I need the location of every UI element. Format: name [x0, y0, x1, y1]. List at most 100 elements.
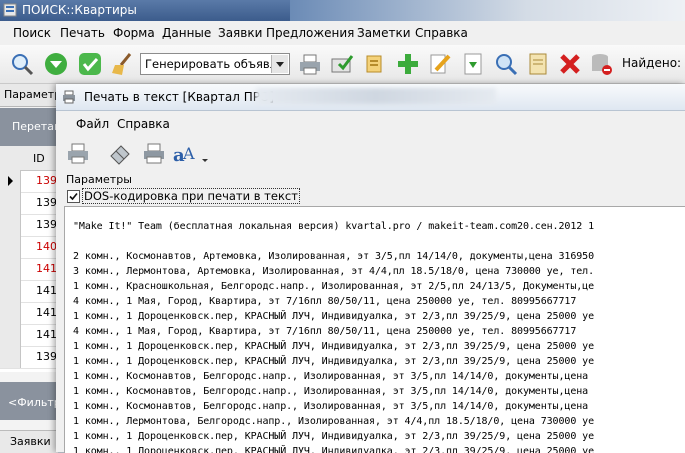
table-row[interactable]: 139 — [0, 170, 58, 193]
main-toolbar: Генерировать объявл. Найдено: — [0, 45, 685, 84]
checkmark-icon — [69, 192, 78, 201]
tab-requests[interactable]: Заявки — [0, 430, 58, 453]
chevron-down-icon[interactable] — [200, 141, 210, 165]
menu-help[interactable]: Справка — [117, 117, 170, 131]
table-row[interactable]: 139 — [0, 214, 58, 237]
database-delete-icon[interactable] — [589, 52, 613, 76]
download-icon[interactable] — [461, 52, 485, 76]
printer-icon[interactable] — [66, 141, 90, 165]
generate-ad-combo[interactable]: Генерировать объявл. — [140, 53, 290, 75]
column-header-id-label: ID — [33, 152, 45, 165]
text-line: 4 комн., 1 Мая, Город, Квартира, эт 7/16… — [73, 296, 577, 307]
row-id: 139 — [36, 174, 57, 187]
current-row-icon — [8, 176, 13, 186]
table-row[interactable]: 141 — [0, 302, 58, 325]
dialog-titlebar: Печать в текст [Квартал ПРО] — [56, 84, 685, 111]
table-row[interactable]: 141 — [0, 324, 58, 347]
tab-parameters[interactable]: Параметр — [0, 84, 62, 107]
menu-print[interactable]: Печать — [60, 26, 105, 40]
parameters-label: Параметры — [66, 173, 132, 186]
chevron-down-icon[interactable] — [271, 55, 288, 73]
main-window-titlebar: ПОИСК::Квартиры — [0, 0, 685, 21]
menu-notes[interactable]: Заметки — [357, 26, 411, 40]
column-header-id[interactable]: ID — [0, 146, 58, 171]
row-indicator[interactable] — [0, 258, 21, 280]
row-id: 141 — [36, 306, 57, 319]
table-row[interactable]: 141 — [0, 258, 58, 281]
filter-label: <Фильтр — [8, 396, 61, 409]
text-line: 1 комн., Красношкольная, Белгородс.напр.… — [73, 281, 595, 292]
text-line: 1 комн., Лермонтова, Белгородс.напр., Из… — [73, 416, 595, 427]
text-line: 1 комн., 1 Дороценковск.пер, КРАСНЫЙ ЛУЧ… — [73, 341, 595, 352]
text-line: 1 комн., 1 Дороценковск.пер, КРАСНЫЙ ЛУЧ… — [73, 431, 595, 442]
app-icon — [3, 3, 17, 17]
menu-file[interactable]: Файл — [76, 117, 109, 131]
text-line: "Make It!" Team (бесплатная локальная ве… — [73, 221, 595, 232]
row-indicator[interactable] — [0, 236, 21, 258]
menu-form[interactable]: Форма — [113, 26, 155, 40]
table-row[interactable]: 140 — [0, 236, 58, 259]
text-line: 1 комн., Космонавтов, Белгородс.напр., И… — [73, 386, 589, 397]
menu-help[interactable]: Справка — [415, 26, 468, 40]
row-id: 139 — [36, 350, 57, 363]
dialog-menu-bar: Файл Справка — [56, 114, 685, 134]
dialog-toolbar: a A — [64, 137, 224, 169]
text-line: 4 комн., 1 Мая, Город, Квартира, эт 7/16… — [73, 326, 577, 337]
row-indicator[interactable] — [0, 214, 21, 236]
filter-bar[interactable]: <Фильтр — [0, 382, 61, 420]
main-menu-bar: Поиск Печать Форма Данные Заявки Предлож… — [0, 21, 685, 46]
broom-icon[interactable] — [110, 52, 134, 76]
printer-icon[interactable] — [298, 52, 322, 76]
main-window-title: ПОИСК::Квартиры — [22, 3, 137, 17]
eraser-icon[interactable] — [108, 141, 132, 165]
mail-check-icon[interactable] — [330, 52, 354, 76]
check-icon[interactable] — [78, 52, 102, 76]
row-indicator[interactable] — [0, 280, 21, 302]
font-icon[interactable]: a A — [172, 141, 196, 165]
tab-parameters-label: Параметр — [4, 88, 62, 101]
row-indicator[interactable] — [0, 192, 21, 214]
text-line: 1 комн., Космонавтов, Белгородс.напр., И… — [73, 371, 589, 382]
row-indicator[interactable] — [0, 346, 21, 368]
print-to-text-dialog: Печать в текст [Квартал ПРО] Файл Справк… — [56, 84, 685, 453]
svg-text:A: A — [182, 144, 195, 163]
row-id: 141 — [36, 262, 57, 275]
left-panel: Параметр Перетащ ID 139 139 139 140 141 141 14… — [0, 84, 64, 453]
row-id: 139 — [36, 218, 57, 231]
dos-encoding-checkbox[interactable] — [67, 190, 80, 203]
search-icon[interactable] — [10, 52, 34, 76]
stamp-icon[interactable] — [362, 52, 386, 76]
delete-icon[interactable] — [558, 52, 582, 76]
titlebar-background — [290, 0, 685, 21]
menu-data[interactable]: Данные — [162, 26, 211, 40]
menu-requests[interactable]: Заявки — [218, 26, 262, 40]
printer-icon — [63, 90, 75, 104]
text-line: 1 комн., 1 Дороценковск.пер, КРАСНЫЙ ЛУЧ… — [73, 311, 595, 322]
row-id: 139 — [36, 196, 57, 209]
menu-offers[interactable]: Предложения — [266, 26, 354, 40]
row-indicator[interactable] — [0, 302, 21, 324]
notes-icon[interactable] — [526, 52, 550, 76]
generate-ad-combo-value: Генерировать объявл. — [145, 57, 281, 71]
print-preview-icon[interactable] — [142, 141, 166, 165]
print-text-area[interactable]: "Make It!" Team (бесплатная локальная ве… — [64, 206, 685, 453]
dos-encoding-label[interactable]: DOS-кодировка при печати в текст — [82, 188, 300, 204]
row-indicator[interactable] — [0, 170, 21, 192]
row-id: 141 — [36, 328, 57, 341]
edit-icon[interactable] — [428, 52, 452, 76]
text-line: 1 комн., Космонавтов, Белгородс.напр., И… — [73, 401, 589, 412]
row-id: 140 — [36, 240, 57, 253]
row-indicator[interactable] — [0, 324, 21, 346]
tab-requests-label: Заявки — [10, 435, 51, 448]
found-count-label: Найдено: 1 — [622, 56, 685, 70]
table-row[interactable]: 139 — [0, 192, 58, 215]
find-icon[interactable] — [494, 52, 518, 76]
add-icon[interactable] — [396, 52, 420, 76]
table-row[interactable]: 141 — [0, 280, 58, 303]
down-arrow-icon[interactable] — [44, 52, 68, 76]
dialog-title: Печать в текст [Квартал ПРО] — [84, 90, 275, 104]
results-grid: ID 139 139 139 140 141 141 141 141 139 — [0, 146, 58, 372]
table-row[interactable]: 139 — [0, 346, 58, 369]
text-line: 2 комн., Космонавтов, Артемовка, Изолиро… — [73, 251, 595, 262]
menu-search[interactable]: Поиск — [13, 26, 51, 40]
